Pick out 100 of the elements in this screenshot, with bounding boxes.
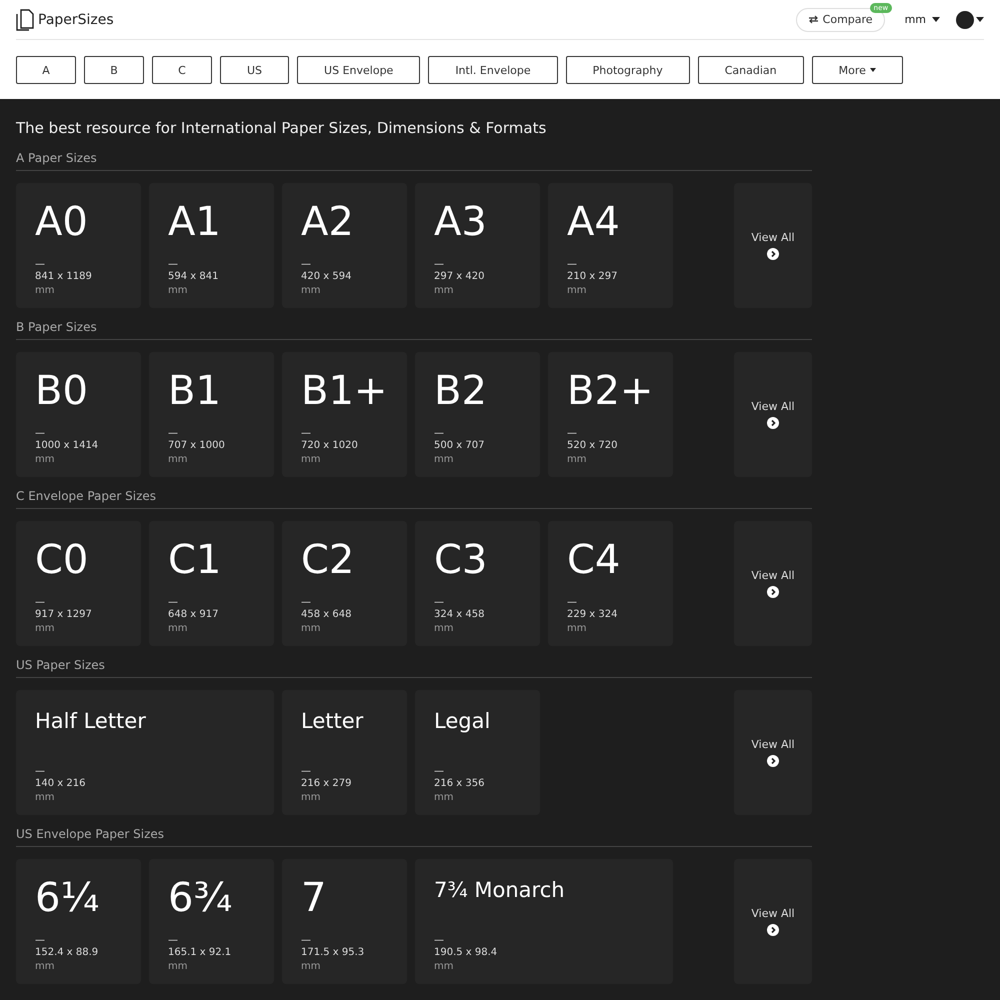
swap-arrows-icon [808, 15, 819, 24]
dash: — [168, 598, 179, 608]
paper-size-card[interactable]: B0 — 1000 x 1414 mm [16, 352, 141, 477]
paper-size-card[interactable]: C1 — 648 x 917 mm [149, 521, 274, 646]
site-logo[interactable]: PaperSizes [38, 12, 114, 28]
arrow-circle-icon [767, 924, 779, 936]
size-name: C2 [301, 536, 356, 585]
dimensions: 458 x 648 [301, 608, 352, 622]
category-button[interactable]: Photography [566, 56, 690, 84]
dash: — [301, 936, 312, 946]
unit-label: mm [301, 791, 322, 805]
paper-size-card[interactable]: B1 — 707 x 1000 mm [149, 352, 274, 477]
view-all-card[interactable]: View All [734, 690, 812, 815]
dash: — [567, 598, 578, 608]
size-name: 7 [301, 874, 328, 923]
dimensions: 707 x 1000 [168, 439, 226, 453]
category-button[interactable]: B [84, 56, 144, 84]
dimensions: 216 x 356 [434, 777, 486, 791]
paper-size-card[interactable]: C2 — 458 x 648 mm [282, 521, 407, 646]
size-name: 6¾ [168, 874, 234, 923]
category-button[interactable]: Intl. Envelope [428, 56, 558, 84]
dash: — [434, 260, 445, 270]
view-all-card[interactable]: View All [734, 352, 812, 477]
paper-size-card[interactable]: A0 — 841 x 1189 mm [16, 183, 141, 308]
size-name: A3 [434, 198, 488, 247]
unit-label: mm [567, 284, 588, 298]
category-button[interactable]: More [812, 56, 903, 84]
unit-label: mm [168, 960, 188, 974]
size-name: 7¾ Monarch [434, 877, 566, 904]
dimensions: 917 x 1297 [35, 608, 93, 622]
view-all-link[interactable]: View All [751, 231, 795, 244]
paper-size-card[interactable]: A2 — 420 x 594 mm [282, 183, 407, 308]
paper-size-card[interactable]: Half Letter — 140 x 216 mm [16, 690, 274, 815]
size-name: A0 [35, 198, 89, 247]
unit-label: mm [567, 622, 588, 636]
category-button[interactable]: A [16, 56, 76, 84]
dash: — [567, 429, 578, 439]
category-button[interactable]: US [220, 56, 290, 84]
dimensions: 152.4 x 88.9 [35, 946, 100, 960]
paper-size-card[interactable]: C0 — 917 x 1297 mm [16, 521, 141, 646]
size-name: C1 [168, 536, 222, 585]
paper-size-card[interactable]: Letter — 216 x 279 mm [282, 690, 407, 815]
dash: — [434, 429, 445, 439]
dash: — [567, 260, 578, 270]
unit-label: mm [434, 960, 454, 974]
paper-size-card[interactable]: A1 — 594 x 841 mm [149, 183, 274, 308]
unit-label: mm [434, 791, 454, 805]
size-name: C4 [567, 536, 622, 585]
unit-dropdown[interactable]: mm [898, 12, 946, 27]
size-name: B2+ [567, 367, 654, 416]
size-name: C3 [434, 536, 488, 585]
paper-size-card[interactable]: 6¼ — 152.4 x 88.9 mm [16, 859, 141, 984]
arrow-circle-icon [767, 248, 779, 260]
dash: — [168, 936, 179, 946]
dash: — [434, 936, 445, 946]
paper-size-card[interactable]: B2+ — 520 x 720 mm [548, 352, 673, 477]
view-all-link[interactable]: View All [751, 738, 795, 751]
section-title: C Envelope Paper Sizes [16, 489, 812, 509]
view-all-card[interactable]: View All [734, 859, 812, 984]
paper-size-card[interactable]: B2 — 500 x 707 mm [415, 352, 540, 477]
view-all-link[interactable]: View All [751, 569, 795, 582]
size-name: B2 [434, 367, 488, 416]
view-all-link[interactable]: View All [751, 907, 795, 920]
dimensions: 500 x 707 [434, 439, 486, 453]
dash: — [168, 260, 179, 270]
view-all-card[interactable]: View All [734, 183, 812, 308]
paper-size-card[interactable]: 7¾ Monarch — 190.5 x 98.4 mm [415, 859, 673, 984]
unit-label: mm [301, 453, 322, 467]
size-name: B1 [168, 367, 222, 416]
arrow-circle-icon [767, 417, 779, 429]
paper-size-card[interactable]: C3 — 324 x 458 mm [415, 521, 540, 646]
view-all-card[interactable]: View All [734, 521, 812, 646]
dash: — [35, 598, 46, 608]
paper-size-card[interactable]: 6¾ — 165.1 x 92.1 mm [149, 859, 274, 984]
unit-label: mm [35, 622, 56, 636]
paper-size-card[interactable]: B1+ — 720 x 1020 mm [282, 352, 407, 477]
unit-label: mm [35, 791, 56, 805]
size-name: B0 [35, 367, 89, 416]
dimensions: 171.5 x 95.3 [301, 946, 366, 960]
paper-size-card[interactable]: 7 — 171.5 x 95.3 mm [282, 859, 407, 984]
dash: — [301, 598, 312, 608]
dimensions: 720 x 1020 [301, 439, 359, 453]
unit-label: mm [35, 284, 56, 298]
paper-size-card[interactable]: A4 — 210 x 297 mm [548, 183, 673, 308]
paper-size-card[interactable]: C4 — 229 x 324 mm [548, 521, 673, 646]
dimensions: 190.5 x 98.4 [434, 946, 498, 960]
paper-size-card[interactable]: A3 — 297 x 420 mm [415, 183, 540, 308]
unit-label: mm [168, 622, 188, 636]
paper-size-card[interactable]: Legal — 216 x 356 mm [415, 690, 540, 815]
size-name: Half Letter [35, 708, 147, 735]
unit-label: mm [434, 284, 454, 298]
theme-toggle[interactable] [956, 10, 984, 28]
dash: — [35, 429, 46, 439]
unit-label: mm [168, 284, 188, 298]
view-all-link[interactable]: View All [751, 400, 795, 413]
category-button[interactable]: US Envelope [297, 56, 420, 84]
dimensions: 229 x 324 [567, 608, 618, 622]
category-button[interactable]: Canadian [698, 56, 804, 84]
size-name: Letter [301, 708, 364, 735]
category-button[interactable]: C [152, 56, 212, 84]
